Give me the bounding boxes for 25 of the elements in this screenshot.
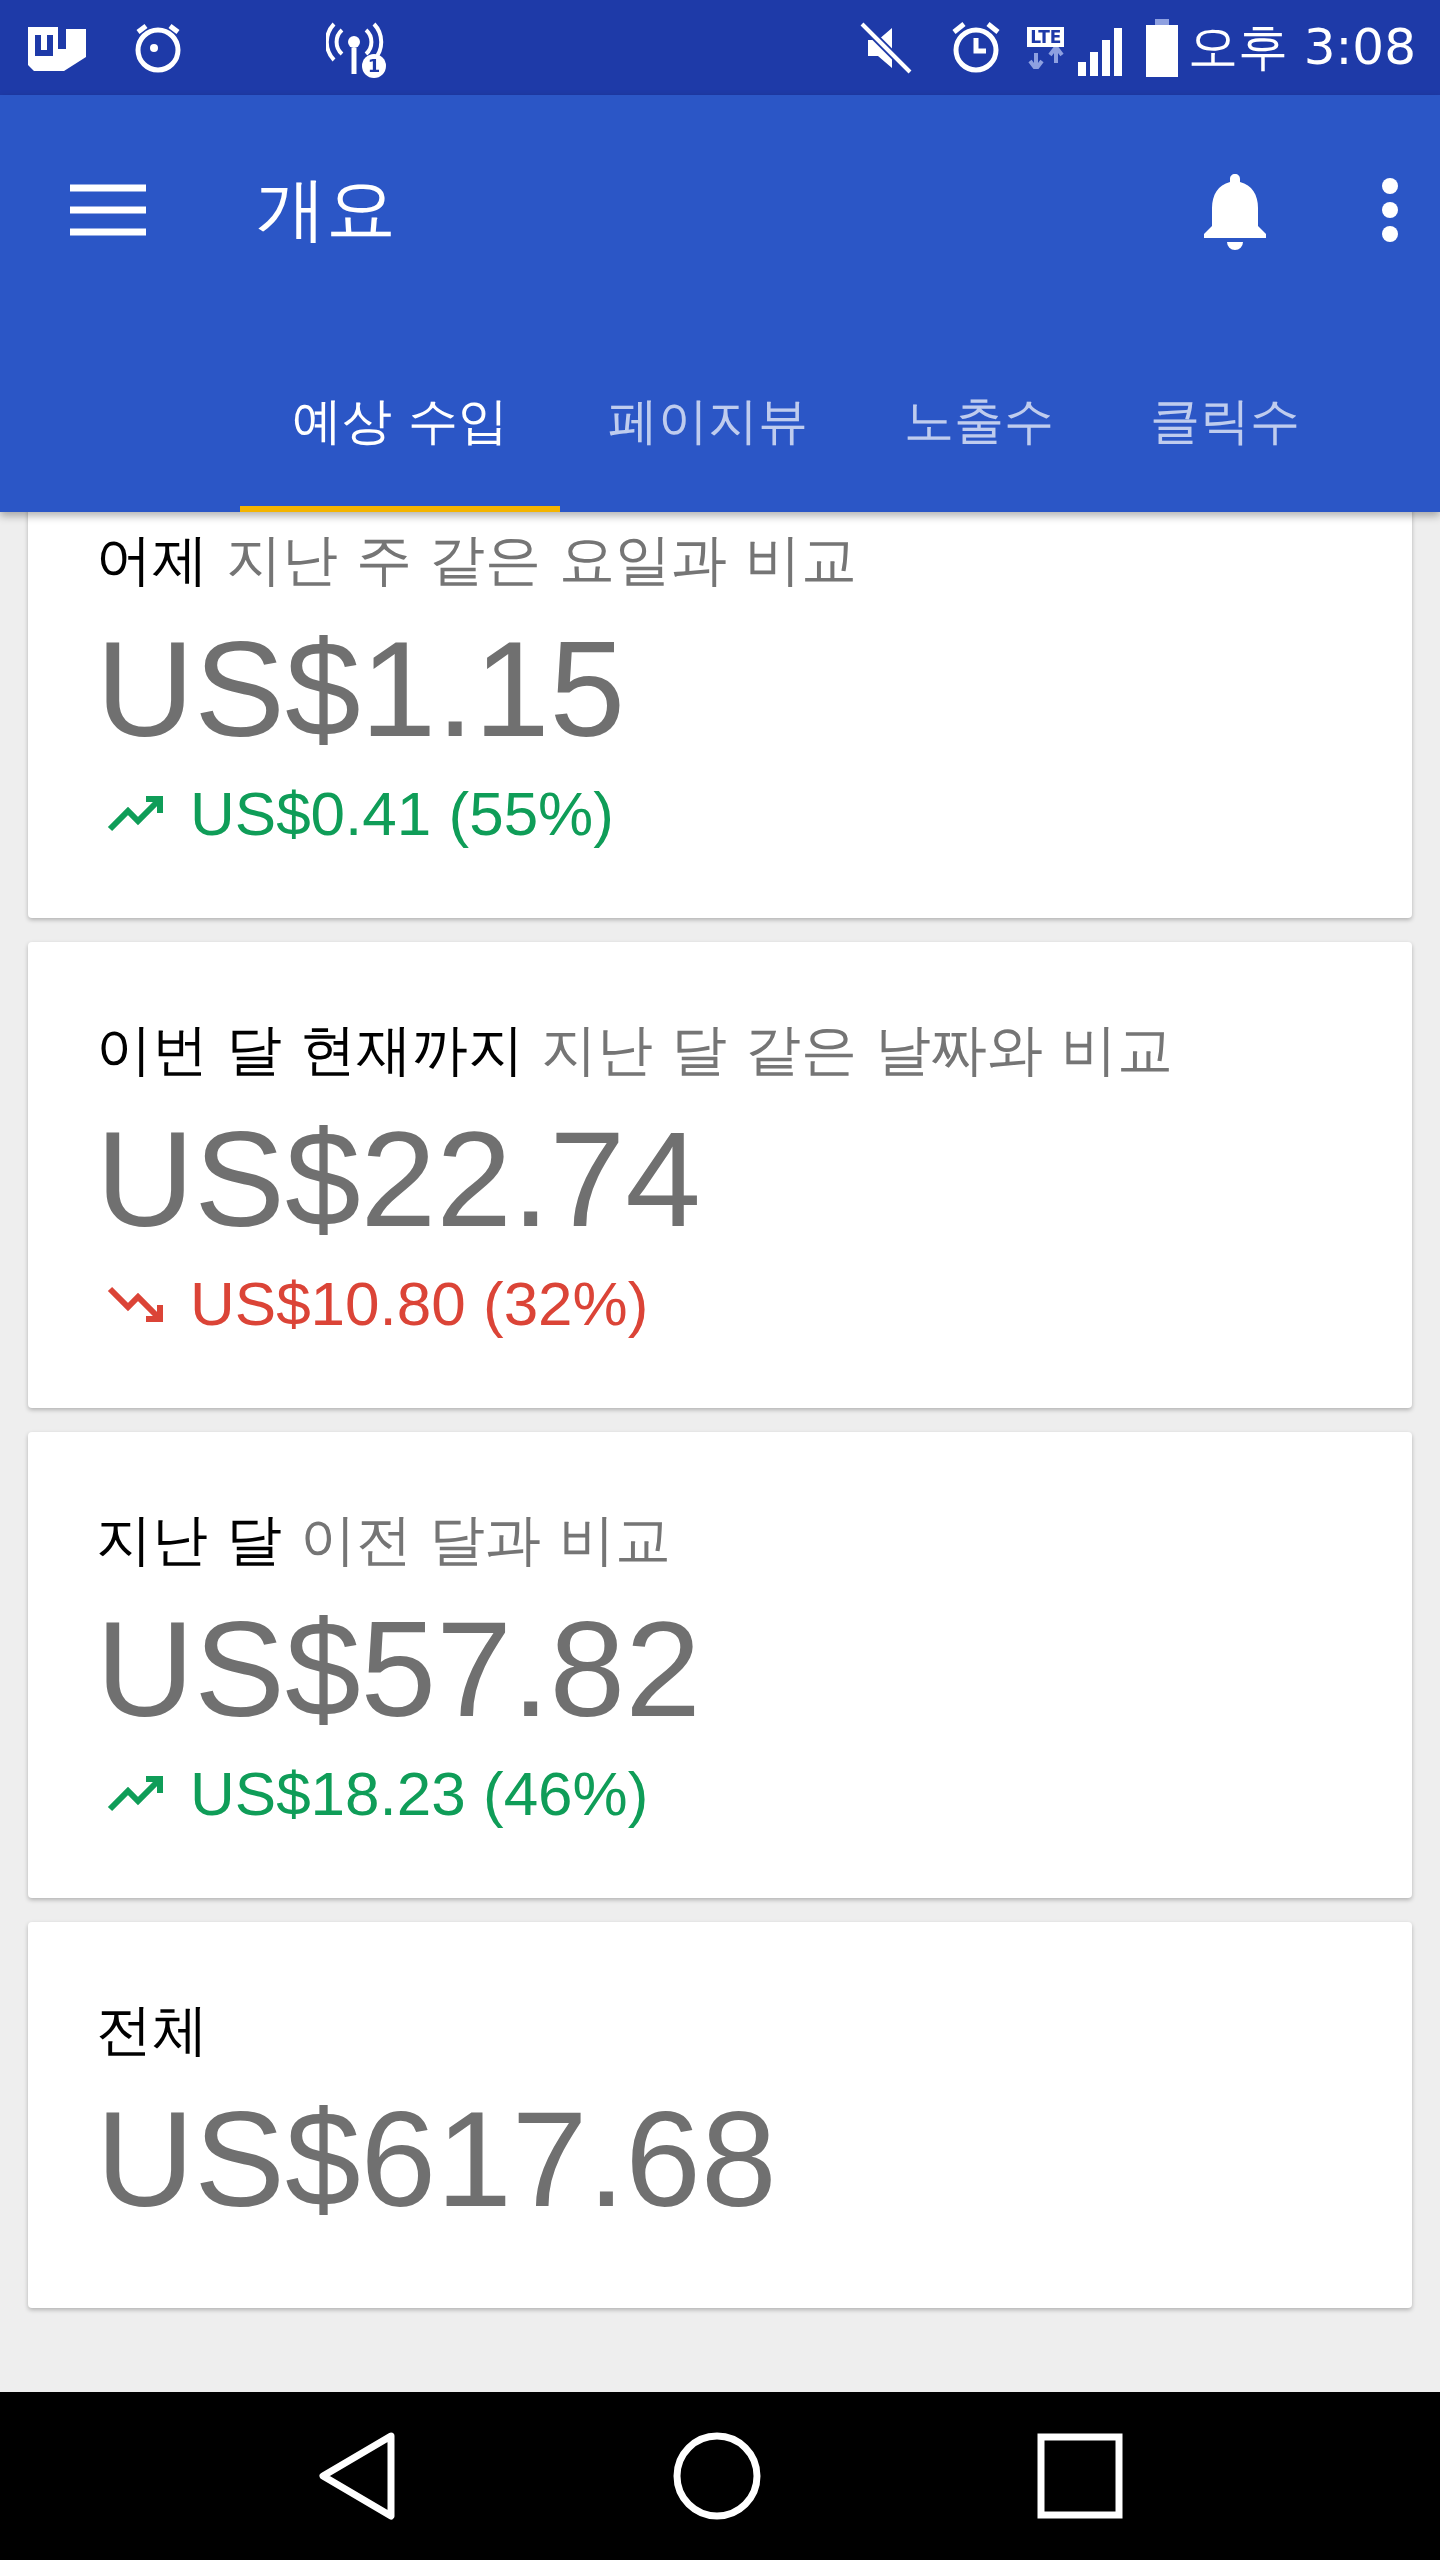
change-amount: US$0.41 (55%): [190, 778, 614, 850]
earnings-amount: US$1.15: [96, 612, 627, 767]
more-options-icon[interactable]: [1380, 177, 1400, 243]
comparison-label: 이전 달과 비교: [299, 1507, 672, 1572]
menu-icon[interactable]: [70, 182, 146, 238]
status-time: 오후 3:08: [1187, 17, 1416, 78]
period-label: 지난 달: [96, 1507, 282, 1572]
battery-icon: [1145, 18, 1178, 77]
earnings-amount: US$22.74: [96, 1102, 702, 1257]
period-label: 이번 달 현재까지: [96, 1017, 524, 1082]
back-icon[interactable]: [317, 2431, 398, 2521]
screen-title: 개요: [256, 167, 397, 252]
change-amount: US$18.23 (46%): [190, 1758, 649, 1830]
comparison-label: 지난 주 같은 요일과 비교: [225, 527, 857, 592]
tab[interactable]: 노출수: [856, 325, 1102, 512]
comparison-label: 지난 달 같은 날짜와 비교: [541, 1017, 1173, 1082]
change-amount: US$10.80 (32%): [190, 1268, 649, 1340]
period-label: 전체: [96, 1997, 208, 2062]
earnings-amount: US$617.68: [96, 2082, 778, 2237]
home-icon[interactable]: [672, 2431, 762, 2521]
tab[interactable]: 페이지뷰: [560, 325, 856, 512]
earnings-amount: US$57.82: [96, 1592, 702, 1747]
period-label: 어제: [96, 527, 208, 592]
recent-apps-icon[interactable]: [1036, 2433, 1123, 2519]
tab[interactable]: 클릭수: [1102, 325, 1348, 512]
